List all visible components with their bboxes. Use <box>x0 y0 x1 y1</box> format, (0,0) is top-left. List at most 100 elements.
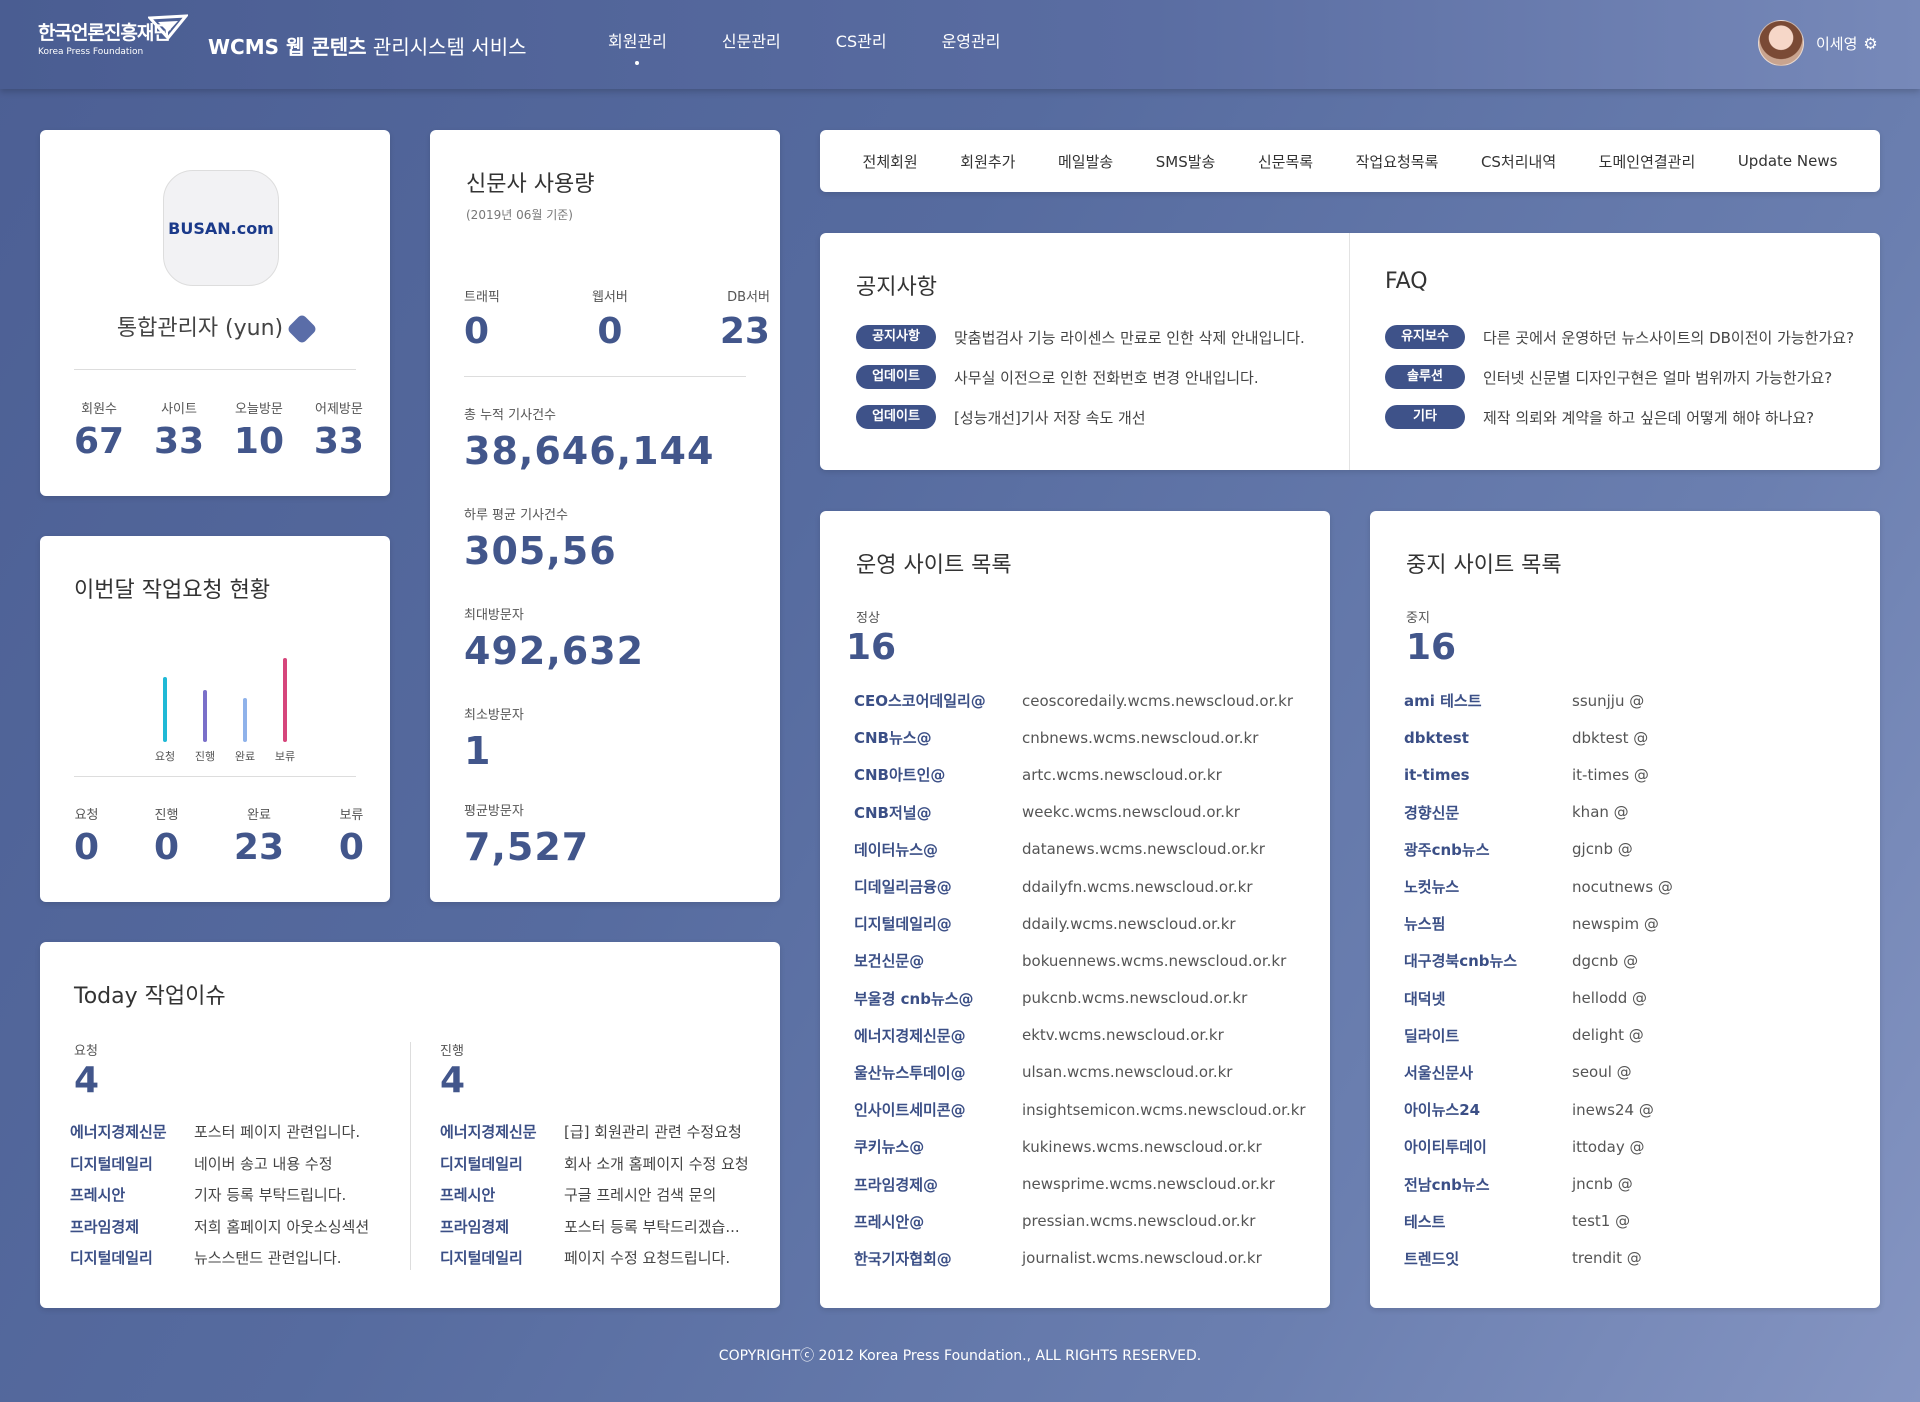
site-name[interactable]: 디지털데일리@ <box>854 913 1022 934</box>
site-name[interactable]: 한국기자협회@ <box>854 1248 1022 1269</box>
site-name[interactable]: 트렌드잇 <box>1404 1248 1572 1269</box>
list-item[interactable]: 아이티투데이 ittoday @ <box>1404 1128 1673 1165</box>
tab-cs-history[interactable]: CS처리내역 <box>1481 151 1556 172</box>
list-item[interactable]: CEO스코어데일리@ ceoscoredaily.wcms.newscloud.o… <box>854 682 1306 719</box>
list-item[interactable]: 울산뉴스투데이@ ulsan.wcms.newscloud.or.kr <box>854 1054 1306 1091</box>
list-item[interactable]: 아이뉴스24 inews24 @ <box>1404 1091 1673 1128</box>
site-name[interactable]: 경향신문 <box>1404 802 1572 823</box>
notice-item[interactable]: 업데이트 사무실 이전으로 인한 전화번호 변경 안내입니다. <box>856 365 1259 389</box>
site-name[interactable]: 딜라이트 <box>1404 1025 1572 1046</box>
list-item[interactable]: 프라임경제 포스터 등록 부탁드리겠습... <box>440 1211 749 1243</box>
list-item[interactable]: 디데일리금융@ ddailyfn.wcms.newscloud.or.kr <box>854 868 1306 905</box>
site-name[interactable]: 아이티투데이 <box>1404 1136 1572 1157</box>
tab-all-members[interactable]: 전체회원 <box>863 151 918 172</box>
sub-nav: 전체회원 회원추가 메일발송 SMS발송 신문목록 작업요청목록 CS처리내역 … <box>820 130 1880 192</box>
list-item[interactable]: 디지털데일리 뉴스스탠드 관련입니다. <box>70 1242 369 1274</box>
site-name[interactable]: 울산뉴스투데이@ <box>854 1062 1022 1083</box>
faq-item[interactable]: 기타 제작 의뢰와 계약을 하고 싶은데 어떻게 해야 하나요? <box>1385 405 1814 429</box>
site-name[interactable]: CNB아트인@ <box>854 764 1022 785</box>
list-item[interactable]: 디지털데일리 네이버 송고 내용 수정 <box>70 1148 369 1180</box>
nav-operation[interactable]: 운영관리 <box>942 28 1001 52</box>
list-item[interactable]: 에너지경제신문 [급] 회원관리 관련 수정요청 <box>440 1116 749 1148</box>
list-item[interactable]: 디지털데일리 회사 소개 홈페이지 수정 요청 <box>440 1148 749 1180</box>
tab-newspaper-list[interactable]: 신문목록 <box>1258 151 1313 172</box>
site-name[interactable]: CNB저널@ <box>854 802 1022 823</box>
site-name[interactable]: 에너지경제신문@ <box>854 1025 1022 1046</box>
list-item[interactable]: 보건신문@ bokuennews.wcms.newscloud.or.kr <box>854 942 1306 979</box>
list-item[interactable]: 노컷뉴스 nocutnews @ <box>1404 868 1673 905</box>
site-name[interactable]: 디데일리금융@ <box>854 876 1022 897</box>
list-item[interactable]: 프레시안 구글 프레시안 검색 문의 <box>440 1179 749 1211</box>
list-item[interactable]: 전남cnb뉴스 jncnb @ <box>1404 1165 1673 1202</box>
gear-icon[interactable]: ⚙ <box>1863 34 1877 53</box>
site-name[interactable]: 노컷뉴스 <box>1404 876 1572 897</box>
site-name[interactable]: CNB뉴스@ <box>854 727 1022 748</box>
list-item[interactable]: 광주cnb뉴스 gjcnb @ <box>1404 831 1673 868</box>
tab-send-sms[interactable]: SMS발송 <box>1156 151 1216 172</box>
list-item[interactable]: 디지털데일리@ ddaily.wcms.newscloud.or.kr <box>854 905 1306 942</box>
list-item[interactable]: 부울경 cnb뉴스@ pukcnb.wcms.newscloud.or.kr <box>854 980 1306 1017</box>
list-item[interactable]: 트렌드잇 trendit @ <box>1404 1240 1673 1277</box>
nav-newspaper[interactable]: 신문관리 <box>722 28 781 52</box>
user-menu[interactable]: 이세영 ⚙ <box>1758 20 1878 66</box>
site-name[interactable]: 쿠키뉴스@ <box>854 1136 1022 1157</box>
list-item[interactable]: 뉴스핌 newspim @ <box>1404 905 1673 942</box>
list-item[interactable]: 한국기자협회@ journalist.wcms.newscloud.or.kr <box>854 1240 1306 1277</box>
list-item[interactable]: 프레시안 기자 등록 부탁드립니다. <box>70 1179 369 1211</box>
tab-job-request-list[interactable]: 작업요청목록 <box>1356 151 1439 172</box>
list-item[interactable]: 테스트 test1 @ <box>1404 1203 1673 1240</box>
list-item[interactable]: 프레시안@ pressian.wcms.newscloud.or.kr <box>854 1203 1306 1240</box>
site-name[interactable]: 대구경북cnb뉴스 <box>1404 950 1572 971</box>
site-name[interactable]: CEO스코어데일리@ <box>854 690 1022 711</box>
notice-item[interactable]: 업데이트 [성능개선]기사 저장 속도 개선 <box>856 405 1146 429</box>
site-name[interactable]: 프라임경제@ <box>854 1174 1022 1195</box>
site-name[interactable]: 부울경 cnb뉴스@ <box>854 988 1022 1009</box>
usage-traffic: 트래픽 0 <box>464 290 500 352</box>
nav-member[interactable]: 회원관리 <box>608 28 667 65</box>
tab-update-news[interactable]: Update News <box>1738 152 1838 170</box>
notice-item[interactable]: 공지사항 맞춤법검사 기능 라이센스 만료로 인한 삭제 안내입니다. <box>856 325 1305 349</box>
tab-send-mail[interactable]: 메일발송 <box>1058 151 1113 172</box>
site-name[interactable]: 프레시안@ <box>854 1211 1022 1232</box>
faq-item[interactable]: 솔루션 인터넷 신문별 디자인구현은 얼마 범위까지 가능한가요? <box>1385 365 1832 389</box>
user-name[interactable]: 이세영 <box>1816 33 1857 54</box>
list-item[interactable]: dbktest dbktest @ <box>1404 719 1673 756</box>
site-name[interactable]: 대덕넷 <box>1404 988 1572 1009</box>
list-item[interactable]: 경향신문 khan @ <box>1404 794 1673 831</box>
site-name[interactable]: 전남cnb뉴스 <box>1404 1174 1572 1195</box>
tab-add-member[interactable]: 회원추가 <box>960 151 1015 172</box>
usage-subtitle: (2019년 06월 기준) <box>466 208 573 222</box>
avatar[interactable] <box>1758 20 1804 66</box>
site-name[interactable]: it-times <box>1404 766 1572 784</box>
list-item[interactable]: 인사이트세미콘@ insightsemicon.wcms.newscloud.or… <box>854 1091 1306 1128</box>
list-item[interactable]: 디지털데일리 페이지 수정 요청드립니다. <box>440 1242 749 1274</box>
faq-item[interactable]: 유지보수 다른 곳에서 운영하던 뉴스사이트의 DB이전이 가능한가요? <box>1385 325 1854 349</box>
list-item[interactable]: CNB저널@ weekc.wcms.newscloud.or.kr <box>854 794 1306 831</box>
list-item[interactable]: 프라임경제 저희 홈페이지 아웃소싱섹션 <box>70 1211 369 1243</box>
site-name[interactable]: ami 테스트 <box>1404 690 1572 711</box>
site-name[interactable]: dbktest <box>1404 729 1572 747</box>
list-item[interactable]: 서울신문사 seoul @ <box>1404 1054 1673 1091</box>
site-name[interactable]: 광주cnb뉴스 <box>1404 839 1572 860</box>
list-item[interactable]: CNB뉴스@ cnbnews.wcms.newscloud.or.kr <box>854 719 1306 756</box>
list-item[interactable]: it-times it-times @ <box>1404 756 1673 793</box>
list-item[interactable]: 프라임경제@ newsprime.wcms.newscloud.or.kr <box>854 1165 1306 1202</box>
list-item[interactable]: 쿠키뉴스@ kukinews.wcms.newscloud.or.kr <box>854 1128 1306 1165</box>
list-item[interactable]: CNB아트인@ artc.wcms.newscloud.or.kr <box>854 756 1306 793</box>
site-name[interactable]: 테스트 <box>1404 1211 1572 1232</box>
site-name[interactable]: 뉴스핌 <box>1404 913 1572 934</box>
list-item[interactable]: 대덕넷 hellodd @ <box>1404 980 1673 1017</box>
site-name[interactable]: 데이터뉴스@ <box>854 839 1022 860</box>
site-name[interactable]: 아이뉴스24 <box>1404 1099 1572 1120</box>
site-name[interactable]: 보건신문@ <box>854 950 1022 971</box>
tab-domain-management[interactable]: 도메인연결관리 <box>1599 151 1696 172</box>
nav-cs[interactable]: CS관리 <box>836 28 887 52</box>
list-item[interactable]: ami 테스트 ssunjju @ <box>1404 682 1673 719</box>
list-item[interactable]: 에너지경제신문@ ektv.wcms.newscloud.or.kr <box>854 1017 1306 1054</box>
site-name[interactable]: 서울신문사 <box>1404 1062 1572 1083</box>
list-item[interactable]: 에너지경제신문 포스터 페이지 관련입니다. <box>70 1116 369 1148</box>
list-item[interactable]: 딜라이트 delight @ <box>1404 1017 1673 1054</box>
site-name[interactable]: 인사이트세미콘@ <box>854 1099 1022 1120</box>
list-item[interactable]: 대구경북cnb뉴스 dgcnb @ <box>1404 942 1673 979</box>
list-item[interactable]: 데이터뉴스@ datanews.wcms.newscloud.or.kr <box>854 831 1306 868</box>
